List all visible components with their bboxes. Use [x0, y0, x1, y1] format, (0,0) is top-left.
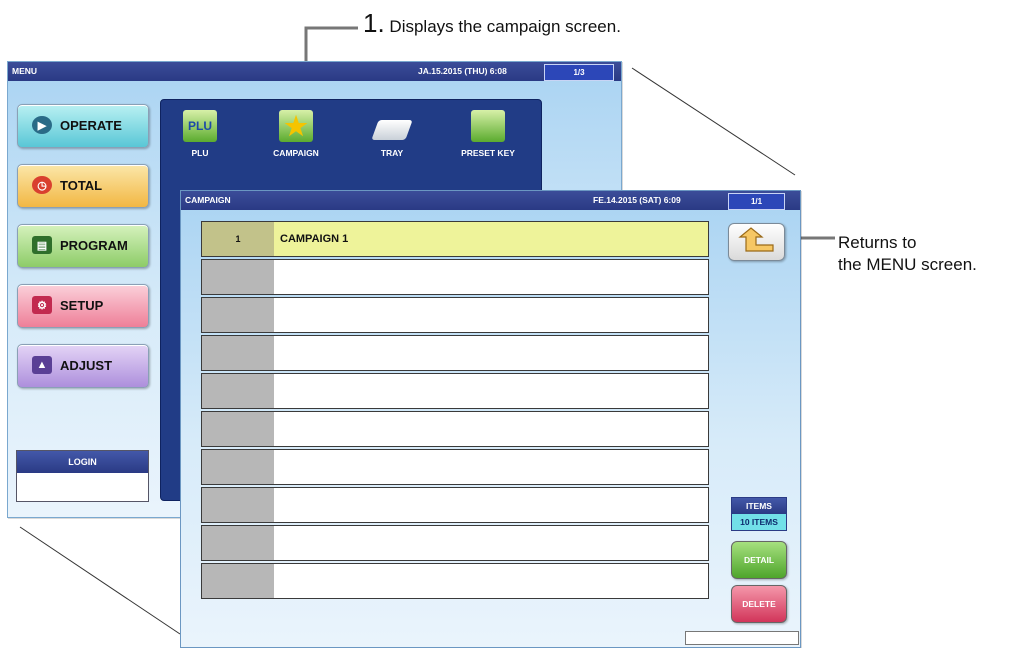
- campaign-label: CAMPAIGN: [273, 148, 319, 158]
- preset-key-icon: [471, 110, 505, 142]
- setup-button[interactable]: ⚙ SETUP: [17, 284, 149, 328]
- list-item[interactable]: [201, 373, 709, 409]
- step-text: Displays the campaign screen.: [389, 17, 621, 36]
- tray-menu-item[interactable]: TRAY: [357, 110, 427, 158]
- delete-button[interactable]: DELETE: [731, 585, 787, 623]
- row-number: [202, 374, 274, 408]
- row-number: [202, 412, 274, 446]
- list-item[interactable]: [201, 563, 709, 599]
- menu-datetime: JA.15.2015 (THU) 6:08: [418, 66, 507, 76]
- return-text-line1: Returns to: [838, 233, 917, 252]
- adjust-button[interactable]: ▲ ADJUST: [17, 344, 149, 388]
- detail-button[interactable]: DETAIL: [731, 541, 787, 579]
- login-box[interactable]: LOGIN: [16, 450, 149, 502]
- play-icon: ▶: [32, 116, 52, 134]
- menu-titlebar: MENU JA.15.2015 (THU) 6:08: [8, 62, 621, 81]
- list-item[interactable]: [201, 525, 709, 561]
- row-name: [274, 412, 708, 446]
- campaign-star-icon: ★: [279, 110, 313, 142]
- row-number: [202, 564, 274, 598]
- operate-button[interactable]: ▶ OPERATE: [17, 104, 149, 148]
- zoom-line-bottom: [19, 526, 181, 635]
- preset-key-menu-item[interactable]: PRESET KEY: [453, 110, 523, 158]
- plu-menu-item[interactable]: PLU PLU: [165, 110, 235, 158]
- tray-label: TRAY: [380, 148, 404, 158]
- clock-icon: ◷: [32, 176, 52, 194]
- step-number: 1.: [363, 8, 385, 38]
- row-name: CAMPAIGN 1: [280, 233, 349, 245]
- campaign-screen: CAMPAIGN FE.14.2015 (SAT) 6:09 1/1 1 CAM…: [180, 190, 801, 648]
- row-number: 1: [202, 222, 274, 256]
- login-label: LOGIN: [17, 451, 148, 473]
- total-button[interactable]: ◷ TOTAL: [17, 164, 149, 208]
- items-value: 10 ITEMS: [732, 514, 786, 530]
- list-item[interactable]: [201, 259, 709, 295]
- setup-label: SETUP: [60, 298, 104, 313]
- row-name: [274, 260, 708, 294]
- return-arrow-icon: [738, 227, 774, 252]
- status-field: [685, 631, 799, 645]
- setup-tool-icon: ⚙: [32, 296, 52, 314]
- tray-icon: [371, 120, 413, 140]
- row-number: [202, 336, 274, 370]
- adjust-label: ADJUST: [60, 358, 113, 373]
- scale-icon: ▲: [32, 356, 52, 374]
- campaign-titlebar: CAMPAIGN FE.14.2015 (SAT) 6:09: [181, 191, 800, 210]
- plu-label: PLU: [191, 148, 209, 158]
- row-number: [202, 450, 274, 484]
- items-label: ITEMS: [732, 498, 786, 514]
- list-item[interactable]: [201, 297, 709, 333]
- campaign-title: CAMPAIGN: [185, 195, 231, 205]
- program-label: PROGRAM: [60, 238, 128, 253]
- operate-label: OPERATE: [60, 118, 122, 133]
- list-item[interactable]: [201, 487, 709, 523]
- campaign-datetime: FE.14.2015 (SAT) 6:09: [593, 195, 681, 205]
- row-number: [202, 260, 274, 294]
- row-name: [274, 336, 708, 370]
- list-item[interactable]: [201, 335, 709, 371]
- preset-key-label: PRESET KEY: [461, 148, 515, 158]
- campaign-list: 1 CAMPAIGN 1: [201, 221, 709, 601]
- program-button[interactable]: ▤ PROGRAM: [17, 224, 149, 268]
- campaign-page-indicator: 1/1: [728, 193, 785, 210]
- row-number: [202, 298, 274, 332]
- list-item[interactable]: [201, 411, 709, 447]
- row-name: [274, 564, 708, 598]
- menu-title: MENU: [12, 66, 38, 76]
- list-item[interactable]: 1 CAMPAIGN 1: [201, 221, 709, 257]
- return-button[interactable]: [728, 223, 785, 261]
- items-counter: ITEMS 10 ITEMS: [731, 497, 787, 531]
- row-name: [274, 526, 708, 560]
- row-number: [202, 488, 274, 522]
- campaign-annotation: 1. Displays the campaign screen.: [363, 8, 621, 39]
- menu-page-indicator: 1/3: [544, 64, 614, 81]
- plu-icon: PLU: [183, 110, 217, 142]
- return-text-line2: the MENU screen.: [838, 255, 977, 274]
- row-name: [274, 374, 708, 408]
- total-label: TOTAL: [60, 178, 103, 193]
- zoom-line-top: [631, 67, 796, 176]
- return-annotation: Returns to the MENU screen.: [838, 232, 977, 276]
- campaign-menu-item[interactable]: ★ CAMPAIGN: [261, 110, 331, 158]
- book-icon: ▤: [32, 236, 52, 254]
- row-name: [274, 450, 708, 484]
- row-name: [274, 298, 708, 332]
- row-number: [202, 526, 274, 560]
- row-name: [274, 488, 708, 522]
- list-item[interactable]: [201, 449, 709, 485]
